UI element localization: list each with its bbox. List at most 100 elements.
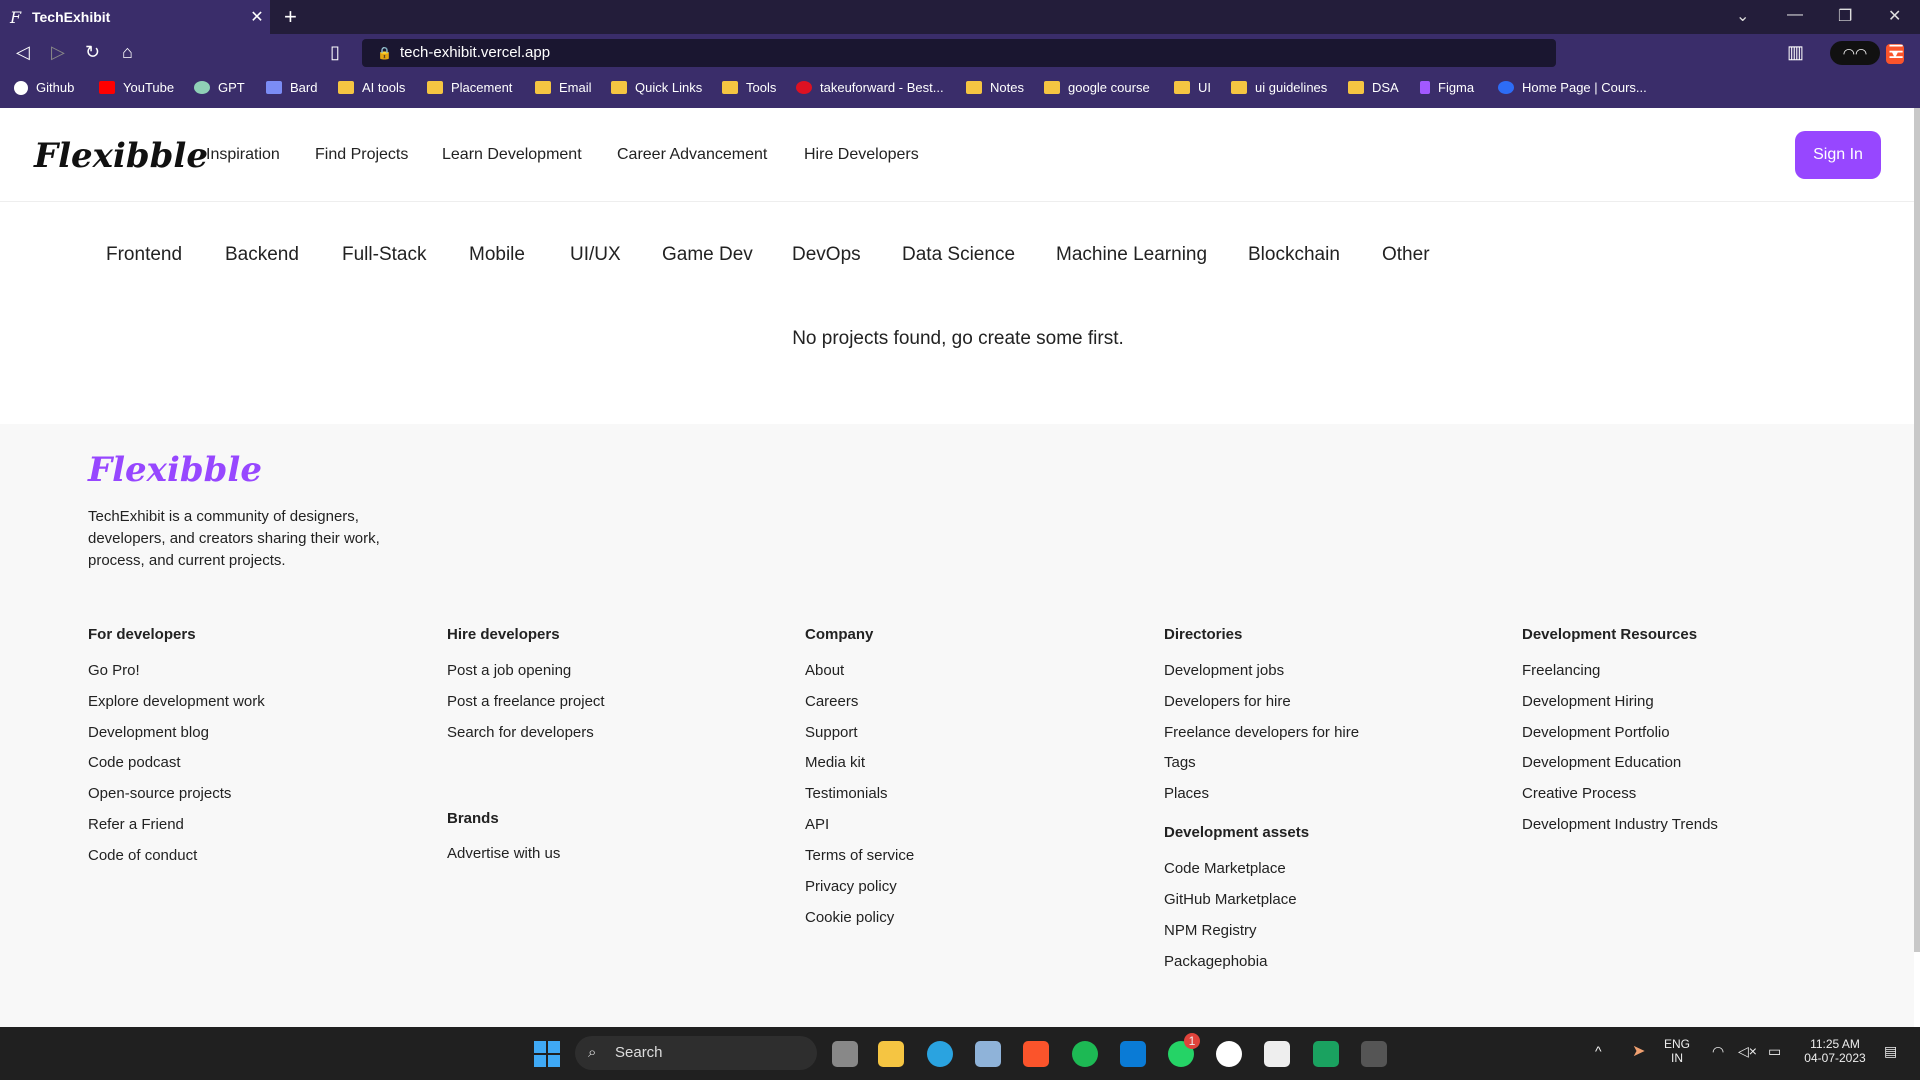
footer-link[interactable]: About	[805, 662, 844, 679]
tab-search-icon[interactable]: ⌄	[1736, 6, 1749, 26]
chevron-up-icon[interactable]: ^	[1595, 1043, 1602, 1059]
category-game-dev[interactable]: Game Dev	[662, 244, 753, 266]
vscode-icon[interactable]	[1120, 1041, 1146, 1067]
bookmark-figma[interactable]: Figma	[1420, 80, 1474, 95]
footer-link[interactable]: Post a job opening	[447, 662, 571, 679]
bookmark-google-course[interactable]: google course	[1044, 80, 1150, 95]
spotify-icon[interactable]	[1072, 1041, 1098, 1067]
footer-link[interactable]: Places	[1164, 785, 1209, 802]
bookmark-icon[interactable]: ▯	[330, 42, 340, 63]
send-icon[interactable]: ➤	[1632, 1041, 1645, 1061]
back-icon[interactable]: ◁	[16, 42, 30, 63]
nav-find-projects[interactable]: Find Projects	[315, 146, 408, 164]
category-backend[interactable]: Backend	[225, 244, 299, 266]
footer-link[interactable]: Creative Process	[1522, 785, 1636, 802]
bookmark-ai-tools[interactable]: AI tools	[338, 80, 405, 95]
wifi-icon[interactable]: ◠	[1712, 1043, 1724, 1060]
bookmark-dsa[interactable]: DSA	[1348, 80, 1399, 95]
footer-link[interactable]: Post a freelance project	[447, 693, 605, 710]
footer-link[interactable]: Code podcast	[88, 754, 181, 771]
restore-icon[interactable]: ❐	[1838, 6, 1852, 26]
footer-link[interactable]: Development blog	[88, 724, 209, 741]
footer-link[interactable]: GitHub Marketplace	[1164, 891, 1297, 908]
sidebar-icon[interactable]: ▥	[1787, 42, 1804, 63]
category-machine-learning[interactable]: Machine Learning	[1056, 244, 1207, 266]
footer-link[interactable]: Go Pro!	[88, 662, 140, 679]
footer-link[interactable]: Code Marketplace	[1164, 860, 1286, 877]
language-indicator[interactable]: ENG IN	[1664, 1037, 1690, 1065]
windows-start-icon[interactable]	[534, 1041, 560, 1067]
footer-link[interactable]: Development Hiring	[1522, 693, 1654, 710]
footer-link[interactable]: API	[805, 816, 829, 833]
footer-link[interactable]: Tags	[1164, 754, 1196, 771]
bookmark-github[interactable]: Github	[14, 80, 74, 95]
bookmark-notes[interactable]: Notes	[966, 80, 1024, 95]
footer-link[interactable]: Development Portfolio	[1522, 724, 1670, 741]
home-icon[interactable]: ⌂	[122, 42, 133, 63]
footer-link[interactable]: Explore development work	[88, 693, 265, 710]
category-mobile[interactable]: Mobile	[469, 244, 525, 266]
footer-link[interactable]: Careers	[805, 693, 858, 710]
category-full-stack[interactable]: Full-Stack	[342, 244, 426, 266]
category-ui-ux[interactable]: UI/UX	[570, 244, 621, 266]
site-logo[interactable]: Flexibble	[34, 136, 208, 176]
minimize-icon[interactable]: —	[1787, 6, 1803, 24]
footer-link[interactable]: Code of conduct	[88, 847, 197, 864]
sign-in-button[interactable]: Sign In	[1795, 131, 1881, 179]
footer-link[interactable]: Freelance developers for hire	[1164, 724, 1359, 741]
footer-link[interactable]: Freelancing	[1522, 662, 1600, 679]
bookmark-tools[interactable]: Tools	[722, 80, 776, 95]
photos-icon[interactable]	[975, 1041, 1001, 1067]
category-devops[interactable]: DevOps	[792, 244, 861, 266]
vpn-glasses-icon[interactable]: ◠◠	[1830, 41, 1880, 65]
telegram-icon[interactable]	[927, 1041, 953, 1067]
bookmark-gpt[interactable]: GPT	[194, 80, 245, 95]
task-view-icon[interactable]	[832, 1041, 858, 1067]
brave-browser-icon[interactable]	[1023, 1041, 1049, 1067]
footer-link[interactable]: Development jobs	[1164, 662, 1284, 679]
nav-learn-development[interactable]: Learn Development	[442, 146, 582, 164]
battery-icon[interactable]: ▭	[1768, 1043, 1781, 1060]
footer-link[interactable]: Open-source projects	[88, 785, 231, 802]
volume-muted-icon[interactable]: ◁×	[1738, 1043, 1757, 1060]
taskbar-search[interactable]: ⌕ Search	[575, 1036, 817, 1070]
close-tab-icon[interactable]: ✕	[244, 7, 270, 27]
bookmark-takeuforward[interactable]: takeuforward - Best...	[796, 80, 944, 95]
category-other[interactable]: Other	[1382, 244, 1430, 266]
bookmark-email[interactable]: Email	[535, 80, 592, 95]
footer-link[interactable]: Support	[805, 724, 858, 741]
footer-link[interactable]: Privacy policy	[805, 878, 897, 895]
notion-icon[interactable]	[1264, 1041, 1290, 1067]
footer-logo[interactable]: Flexibble	[88, 450, 262, 490]
footer-link[interactable]: Advertise with us	[447, 845, 560, 862]
bookmark-youtube[interactable]: YouTube	[99, 80, 174, 95]
nav-hire-developers[interactable]: Hire Developers	[804, 146, 919, 164]
new-tab-icon[interactable]: +	[284, 4, 297, 30]
footer-link[interactable]: NPM Registry	[1164, 922, 1257, 939]
footer-link[interactable]: Packagephobia	[1164, 953, 1267, 970]
category-frontend[interactable]: Frontend	[106, 244, 182, 266]
forward-icon[interactable]: ▷	[51, 42, 65, 63]
bookmark-placement[interactable]: Placement	[427, 80, 512, 95]
terminal-icon[interactable]	[1361, 1041, 1387, 1067]
sheets-icon[interactable]	[1313, 1041, 1339, 1067]
footer-link[interactable]: Terms of service	[805, 847, 914, 864]
app-icon[interactable]	[1216, 1041, 1242, 1067]
reload-icon[interactable]: ↻	[85, 42, 100, 63]
clock[interactable]: 11:25 AM 04-07-2023	[1800, 1037, 1870, 1065]
notification-icon[interactable]: ▤	[1884, 1043, 1897, 1060]
footer-link[interactable]: Development Industry Trends	[1522, 816, 1718, 833]
page-scrollbar[interactable]	[1914, 108, 1920, 952]
bookmark-home-page[interactable]: Home Page | Cours...	[1498, 80, 1647, 95]
footer-link[interactable]: Developers for hire	[1164, 693, 1291, 710]
nav-inspiration[interactable]: Inspiration	[206, 146, 280, 164]
url-field[interactable]: 🔒 tech-exhibit.vercel.app ▼	[362, 39, 1904, 67]
category-data-science[interactable]: Data Science	[902, 244, 1015, 266]
bookmark-quick-links[interactable]: Quick Links	[611, 80, 702, 95]
footer-link[interactable]: Development Education	[1522, 754, 1681, 771]
nav-career-advancement[interactable]: Career Advancement	[617, 146, 767, 164]
menu-icon[interactable]: ☰	[1888, 42, 1904, 63]
bookmark-ui[interactable]: UI	[1174, 80, 1211, 95]
bookmark-bard[interactable]: Bard	[266, 80, 317, 95]
footer-link[interactable]: Refer a Friend	[88, 816, 184, 833]
